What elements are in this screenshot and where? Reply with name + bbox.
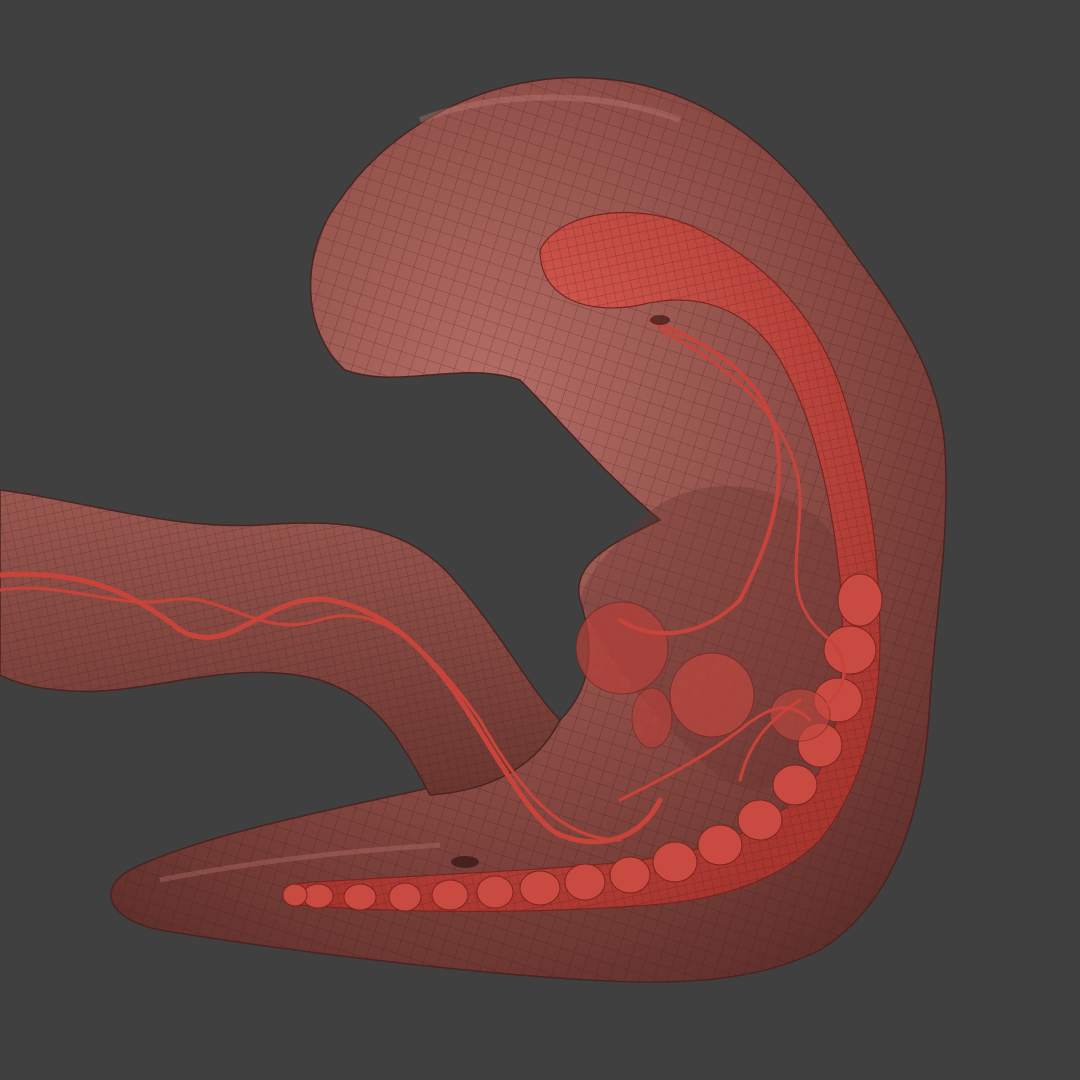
render-viewport	[0, 0, 1080, 1080]
embryo-stalk	[0, 489, 561, 796]
wireframe-model-render	[0, 76, 947, 983]
surface-pit	[650, 315, 670, 325]
surface-pit	[451, 856, 479, 868]
